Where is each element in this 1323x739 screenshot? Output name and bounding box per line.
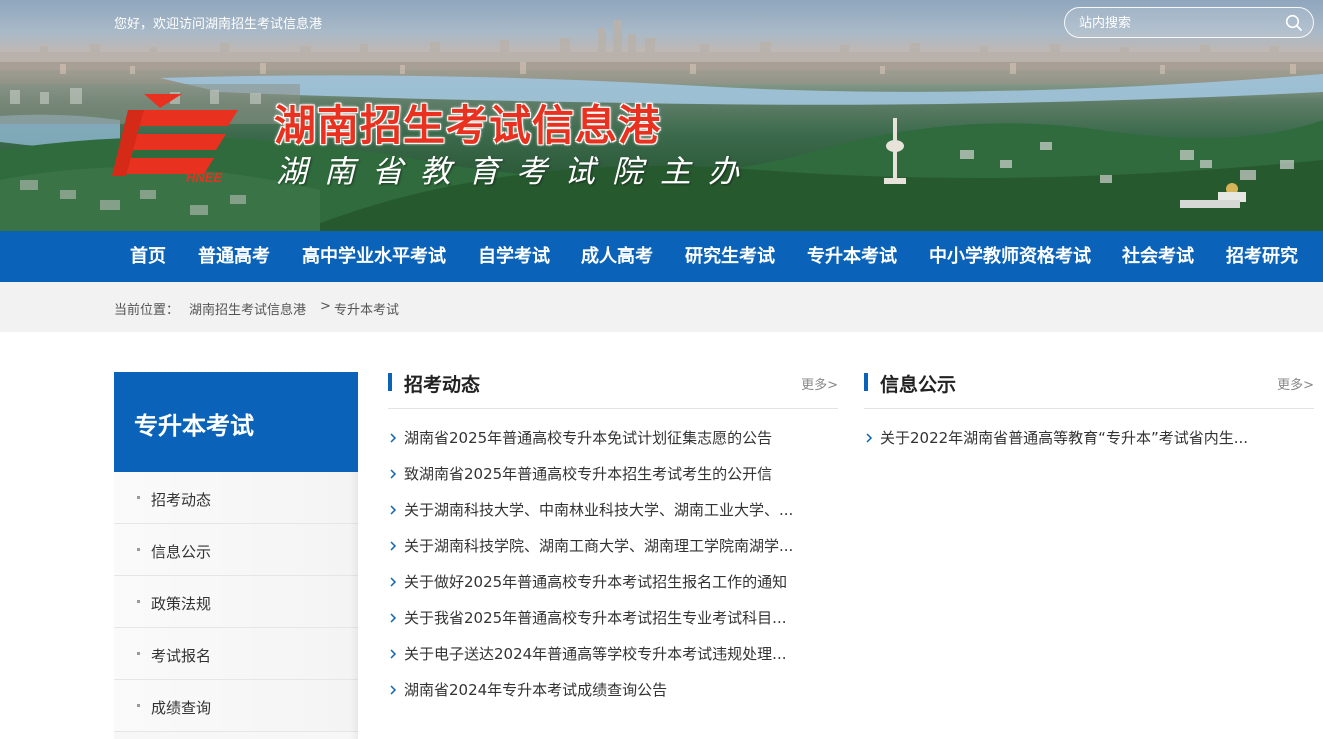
chevron-right-icon [390, 577, 397, 587]
site-search [1064, 7, 1314, 38]
news-header: 招考动态 更多> [388, 372, 838, 409]
header-banner: 您好，欢迎访问湖南招生考试信息港 HNEE 湖南招生考试信息港 湖南省教育考试院… [0, 0, 1323, 231]
logo-text: HNEE [186, 170, 222, 184]
chevron-right-icon [390, 613, 397, 623]
nav-item-chengren[interactable]: 成人高考 [581, 231, 653, 282]
search-icon[interactable] [1285, 14, 1303, 32]
sidebar-edge-shadow [350, 472, 358, 739]
sidebar-item-label: 考试报名 [151, 647, 212, 665]
notice-more-link[interactable]: 更多> [1277, 374, 1314, 393]
nav-item-shehui[interactable]: 社会考试 [1122, 231, 1194, 282]
sidebar-item-label: 信息公示 [151, 543, 212, 561]
nav-item-xueye[interactable]: 高中学业水平考试 [302, 231, 446, 282]
notice-item[interactable]: 关于2022年湖南省普通高等教育“专升本”考试省内生... [864, 426, 1314, 450]
sidebar-header: 专升本考试 [114, 372, 358, 472]
notice-title: 信息公示 [880, 374, 957, 396]
news-item[interactable]: 湖南省2024年专升本考试成绩查询公告 [388, 678, 838, 702]
bullet-icon [137, 600, 140, 603]
news-title: 招考动态 [404, 374, 481, 396]
nav-item-zixue[interactable]: 自学考试 [478, 231, 550, 282]
sidebar-item-label: 招考动态 [151, 491, 212, 509]
nav-item-yanjiusheng[interactable]: 研究生考试 [685, 231, 775, 282]
news-item-text: 关于做好2025年普通高校专升本考试招生报名工作的通知 [404, 573, 788, 591]
breadcrumb: 当前位置： 湖南招生考试信息港 > 专升本考试 [0, 282, 1323, 332]
breadcrumb-prefix: 当前位置： [114, 303, 180, 318]
nav-item-home[interactable]: 首页 [130, 231, 166, 282]
news-item-text: 关于电子送达2024年普通高等学校专升本考试违规处理... [404, 645, 787, 663]
logo-icon[interactable]: HNEE [110, 92, 250, 184]
nav-item-jiaoshi[interactable]: 中小学教师资格考试 [929, 231, 1091, 282]
news-item-text: 关于湖南科技大学、中南林业科技大学、湖南工业大学、... [404, 501, 794, 519]
bullet-icon [137, 652, 140, 655]
bullet-icon [137, 496, 140, 499]
sidebar: 专升本考试 招考动态 信息公示 政策法规 考试报名 成绩查询 [114, 372, 358, 739]
sidebar-item-label: 政策法规 [151, 595, 212, 613]
notice-item-text: 关于2022年湖南省普通高等教育“专升本”考试省内生... [880, 429, 1249, 447]
breadcrumb-current[interactable]: 专升本考试 [334, 299, 399, 318]
site-subtitle: 湖南省教育考试院主办 [276, 154, 756, 190]
chevron-right-icon [390, 649, 397, 659]
news-item[interactable]: 湖南省2025年普通高校专升本免试计划征集志愿的公告 [388, 426, 838, 450]
site-title: 湖南招生考试信息港 [274, 101, 662, 150]
news-item[interactable]: 关于电子送达2024年普通高等学校专升本考试违规处理... [388, 642, 838, 666]
breadcrumb-home-link[interactable]: 湖南招生考试信息港 [189, 299, 306, 318]
sidebar-item-chengji[interactable]: 成绩查询 [114, 680, 358, 732]
news-item-text: 致湖南省2025年普通高校专升本招生考试考生的公开信 [404, 465, 773, 483]
news-item[interactable]: 致湖南省2025年普通高校专升本招生考试考生的公开信 [388, 462, 838, 486]
sidebar-item-baoming[interactable]: 考试报名 [114, 628, 358, 680]
chevron-right-icon [390, 541, 397, 551]
news-item[interactable]: 关于做好2025年普通高校专升本考试招生报名工作的通知 [388, 570, 838, 594]
nav-item-zhuanshengben[interactable]: 专升本考试 [807, 231, 897, 282]
news-item-text: 湖南省2024年专升本考试成绩查询公告 [404, 681, 668, 699]
news-item-text: 湖南省2025年普通高校专升本免试计划征集志愿的公告 [404, 429, 773, 447]
main-nav: 首页 普通高考 高中学业水平考试 自学考试 成人高考 研究生考试 专升本考试 中… [0, 231, 1323, 282]
news-item[interactable]: 关于湖南科技学院、湖南工商大学、湖南理工学院南湖学... [388, 534, 838, 558]
sidebar-title: 专升本考试 [134, 412, 254, 440]
welcome-text: 您好，欢迎访问湖南招生考试信息港 [114, 17, 323, 32]
news-item[interactable]: 关于湖南科技大学、中南林业科技大学、湖南工业大学、... [388, 498, 838, 522]
sidebar-item-xinxi[interactable]: 信息公示 [114, 524, 358, 576]
search-input[interactable] [1079, 14, 1269, 32]
sidebar-item-label: 成绩查询 [151, 699, 212, 717]
news-item-text: 关于我省2025年普通高校专升本考试招生专业考试科目... [404, 609, 787, 627]
nav-item-gaokao[interactable]: 普通高考 [198, 231, 270, 282]
bullet-icon [137, 704, 140, 707]
sidebar-item-zhengce[interactable]: 政策法规 [114, 576, 358, 628]
news-more-link[interactable]: 更多> [801, 374, 838, 393]
chevron-right-icon [390, 505, 397, 515]
chevron-right-icon [866, 433, 873, 443]
chevron-right-icon [390, 469, 397, 479]
bullet-icon [137, 548, 140, 551]
chevron-right-icon [390, 685, 397, 695]
section-marker [864, 373, 868, 391]
notice-header: 信息公示 更多> [864, 372, 1314, 409]
section-marker [388, 373, 392, 391]
breadcrumb-separator: > [320, 299, 331, 314]
sidebar-item-zhaokao[interactable]: 招考动态 [114, 472, 358, 524]
news-item-text: 关于湖南科技学院、湖南工商大学、湖南理工学院南湖学... [404, 537, 794, 555]
news-item[interactable]: 关于我省2025年普通高校专升本考试招生专业考试科目... [388, 606, 838, 630]
chevron-right-icon [390, 433, 397, 443]
nav-item-yanjiu[interactable]: 招考研究 [1226, 231, 1298, 282]
